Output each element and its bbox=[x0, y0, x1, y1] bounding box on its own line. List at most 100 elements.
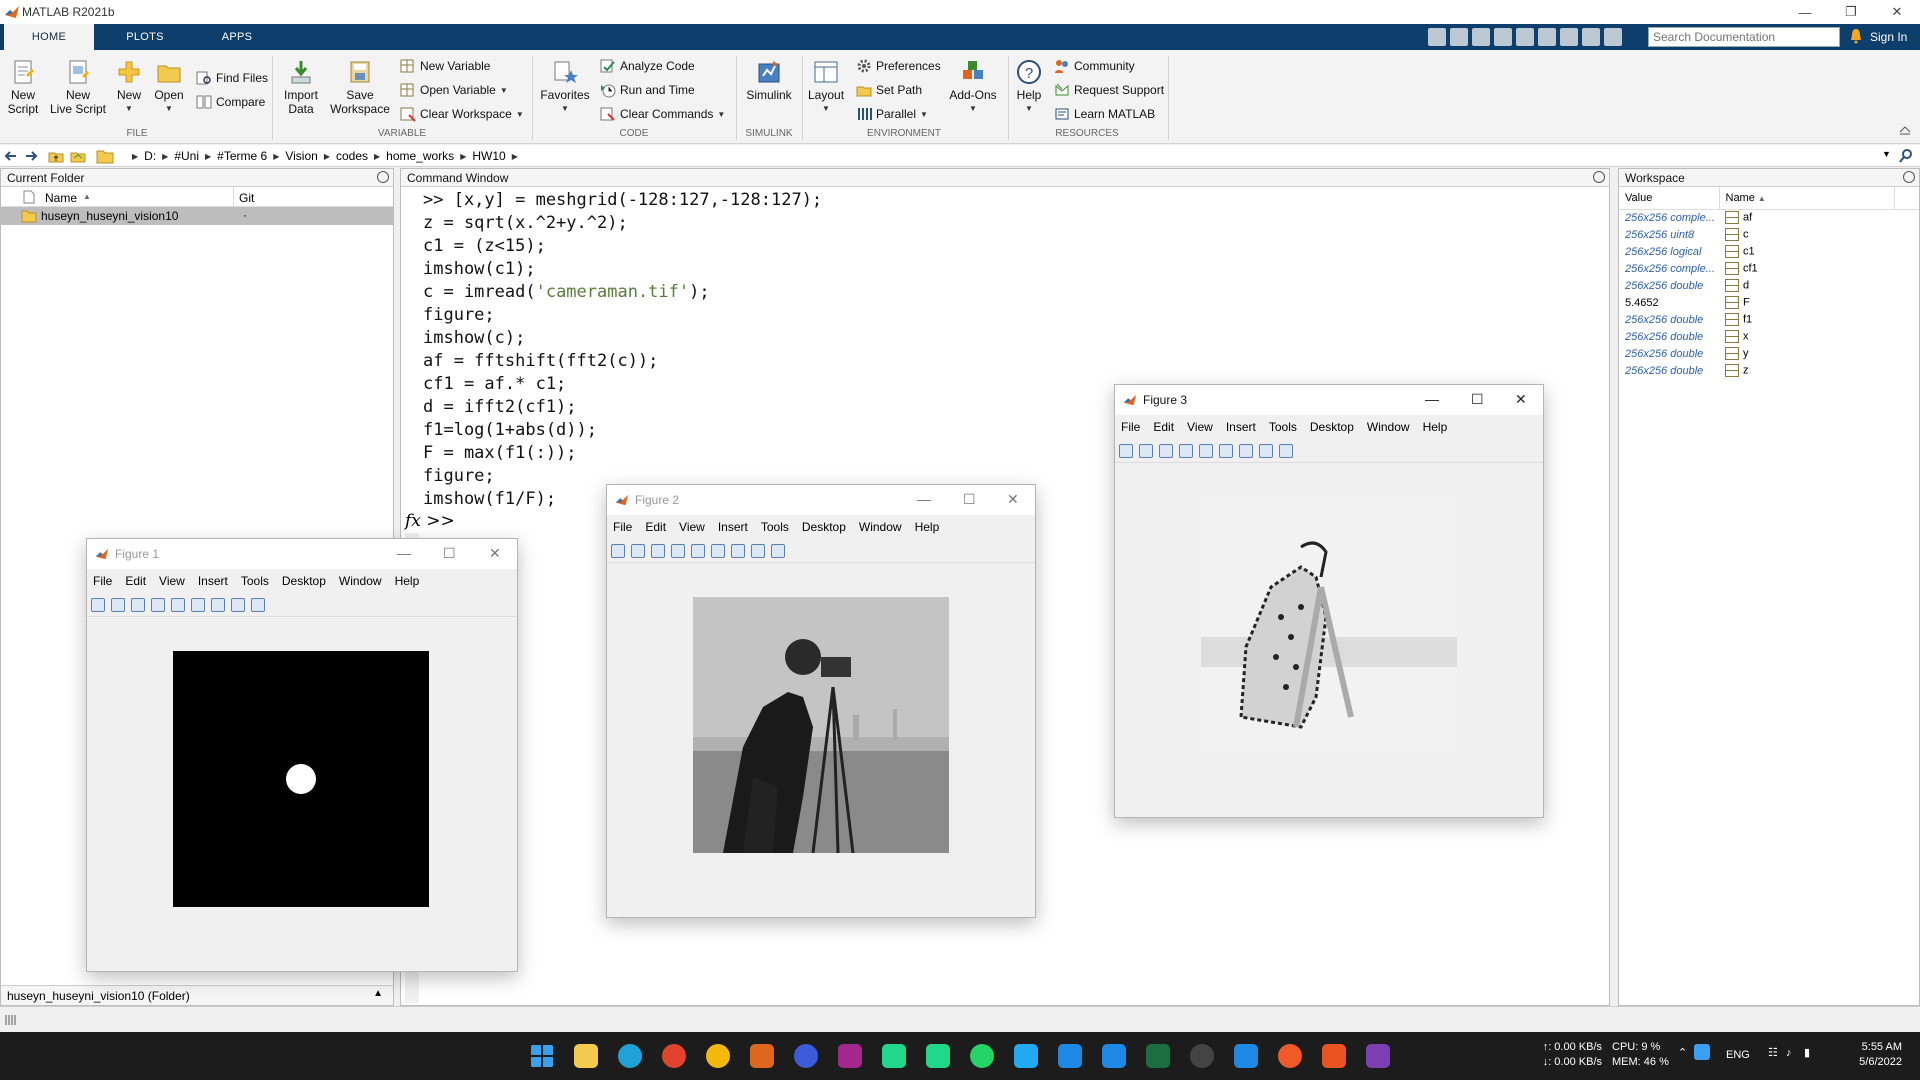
open-file-icon[interactable] bbox=[1139, 443, 1153, 458]
breadcrumb-item[interactable]: #Terme 6 bbox=[217, 149, 267, 163]
new-button[interactable]: New ▼ bbox=[114, 58, 144, 116]
menu-window[interactable]: Window bbox=[339, 574, 382, 588]
workspace-row[interactable]: 5.4652 F bbox=[1619, 294, 1919, 311]
simulink-button[interactable]: Simulink bbox=[742, 58, 796, 102]
edge-icon[interactable] bbox=[618, 1044, 642, 1068]
clion-icon[interactable] bbox=[926, 1044, 950, 1068]
new-variable-button[interactable]: New Variable bbox=[400, 58, 490, 74]
favorites-button[interactable]: Favorites ▼ bbox=[540, 58, 590, 116]
workspace-row[interactable]: 256x256 double z bbox=[1619, 362, 1919, 379]
save-workspace-button[interactable]: Save Workspace bbox=[330, 58, 390, 116]
up-folder-icon[interactable] bbox=[48, 148, 64, 164]
maximize-button[interactable]: ☐ bbox=[443, 545, 456, 562]
folder-details-bar[interactable]: huseyn_huseyni_vision10 (Folder) ▲ bbox=[1, 985, 393, 1005]
help-icon[interactable] bbox=[1582, 28, 1600, 46]
colorbar-icon[interactable] bbox=[191, 597, 205, 612]
back-arrow-icon[interactable] bbox=[4, 149, 18, 163]
set-path-button[interactable]: Set Path bbox=[856, 82, 922, 98]
open-file-icon[interactable] bbox=[631, 543, 645, 558]
language-indicator[interactable]: ENG bbox=[1726, 1048, 1750, 1063]
vpn-icon[interactable] bbox=[1234, 1044, 1258, 1068]
menu-window[interactable]: Window bbox=[1367, 420, 1410, 434]
minimize-button[interactable]: — bbox=[1425, 391, 1439, 407]
settings-icon[interactable] bbox=[1604, 28, 1622, 46]
close-button[interactable]: ✕ bbox=[489, 545, 501, 562]
vscode-icon[interactable] bbox=[1014, 1044, 1038, 1068]
menu-edit[interactable]: Edit bbox=[645, 520, 666, 534]
excel-icon[interactable] bbox=[1146, 1044, 1170, 1068]
folder-row[interactable]: huseyn_huseyni_vision10 · bbox=[1, 207, 393, 225]
copy-icon[interactable] bbox=[1472, 28, 1490, 46]
notification-bell-icon[interactable] bbox=[1848, 28, 1864, 44]
windows-start-icon[interactable] bbox=[530, 1044, 554, 1068]
phpstorm-icon[interactable] bbox=[838, 1044, 862, 1068]
save-figure-icon[interactable] bbox=[1159, 443, 1173, 458]
name-column-header[interactable]: Name ▲ bbox=[1719, 187, 1896, 210]
chevron-up-icon[interactable]: ⌃ bbox=[1678, 1046, 1687, 1061]
analyze-code-button[interactable]: Analyze Code bbox=[600, 58, 695, 74]
sign-in-link[interactable]: Sign In bbox=[1870, 30, 1907, 44]
app-icon[interactable] bbox=[794, 1044, 818, 1068]
new-figure-icon[interactable] bbox=[91, 597, 105, 612]
save-figure-icon[interactable] bbox=[651, 543, 665, 558]
menu-window[interactable]: Window bbox=[859, 520, 902, 534]
menu-tools[interactable]: Tools bbox=[241, 574, 269, 588]
menu-file[interactable]: File bbox=[93, 574, 112, 588]
whatsapp-icon[interactable] bbox=[970, 1044, 994, 1068]
open-button[interactable]: Open ▼ bbox=[154, 58, 184, 116]
print-icon[interactable] bbox=[151, 597, 165, 612]
legend-icon[interactable] bbox=[731, 543, 745, 558]
wifi-icon[interactable]: ☷ bbox=[1768, 1046, 1778, 1061]
command-prompt[interactable]: fx >> bbox=[405, 511, 455, 531]
breadcrumb-item[interactable]: D: bbox=[144, 149, 156, 163]
tab-home[interactable]: HOME bbox=[4, 24, 94, 50]
menu-view[interactable]: View bbox=[1187, 420, 1213, 434]
save-figure-icon[interactable] bbox=[131, 597, 145, 612]
new-figure-icon[interactable] bbox=[611, 543, 625, 558]
git-column-header[interactable]: Git bbox=[239, 191, 254, 205]
print-icon[interactable] bbox=[671, 543, 685, 558]
tab-apps[interactable]: APPS bbox=[192, 24, 282, 50]
edit-plot-icon[interactable] bbox=[231, 597, 245, 612]
menu-tools[interactable]: Tools bbox=[761, 520, 789, 534]
switch-windows-icon[interactable] bbox=[1560, 28, 1578, 46]
chevron-up-icon[interactable]: ▲ bbox=[373, 988, 383, 999]
add-ons-button[interactable]: Add-Ons ▼ bbox=[946, 58, 1000, 116]
workspace-row[interactable]: 256x256 double y bbox=[1619, 345, 1919, 362]
save-icon[interactable] bbox=[1428, 28, 1446, 46]
menu-insert[interactable]: Insert bbox=[198, 574, 228, 588]
app-w-icon[interactable] bbox=[1190, 1044, 1214, 1068]
layout-button[interactable]: Layout ▼ bbox=[808, 58, 844, 116]
community-link[interactable]: Community bbox=[1054, 58, 1135, 74]
minimize-button[interactable]: — bbox=[1782, 0, 1828, 24]
menu-view[interactable]: View bbox=[159, 574, 185, 588]
find-files-button[interactable]: Find Files bbox=[196, 70, 268, 86]
open-variable-button[interactable]: Open Variable ▼ bbox=[400, 82, 508, 98]
menu-desktop[interactable]: Desktop bbox=[802, 520, 846, 534]
run-and-time-button[interactable]: Run and Time bbox=[600, 82, 695, 98]
open-file-icon[interactable] bbox=[111, 597, 125, 612]
visual-studio-icon[interactable] bbox=[1366, 1044, 1390, 1068]
figure-2-titlebar[interactable]: Figure 2 — ☐ ✕ bbox=[607, 485, 1035, 515]
colorbar-icon[interactable] bbox=[711, 543, 725, 558]
figure-1-titlebar[interactable]: Figure 1 — ☐ ✕ bbox=[87, 539, 517, 569]
panel-actions-icon[interactable] bbox=[1903, 171, 1915, 183]
forward-arrow-icon[interactable] bbox=[24, 149, 38, 163]
mail-icon[interactable] bbox=[1102, 1044, 1126, 1068]
name-column-header[interactable]: Name bbox=[45, 191, 77, 205]
panel-actions-icon[interactable] bbox=[377, 171, 389, 183]
new-live-script-button[interactable]: New Live Script bbox=[46, 58, 110, 116]
legend-icon[interactable] bbox=[1239, 443, 1253, 458]
help-button[interactable]: ? Help ▼ bbox=[1014, 58, 1044, 116]
file-explorer-icon[interactable] bbox=[574, 1044, 598, 1068]
search-folder-icon[interactable] bbox=[1898, 148, 1914, 164]
workspace-row[interactable]: 256x256 comple... af bbox=[1619, 209, 1919, 226]
parallel-button[interactable]: Parallel ▼ bbox=[856, 106, 928, 122]
postman-icon[interactable] bbox=[1278, 1044, 1302, 1068]
menu-insert[interactable]: Insert bbox=[1226, 420, 1256, 434]
workspace-row[interactable]: 256x256 comple... cf1 bbox=[1619, 260, 1919, 277]
menu-tools[interactable]: Tools bbox=[1269, 420, 1297, 434]
value-column-header[interactable]: Value bbox=[1619, 187, 1720, 210]
request-support-link[interactable]: Request Support bbox=[1054, 82, 1164, 98]
clock-date[interactable]: 5/6/2022 bbox=[1832, 1055, 1902, 1070]
